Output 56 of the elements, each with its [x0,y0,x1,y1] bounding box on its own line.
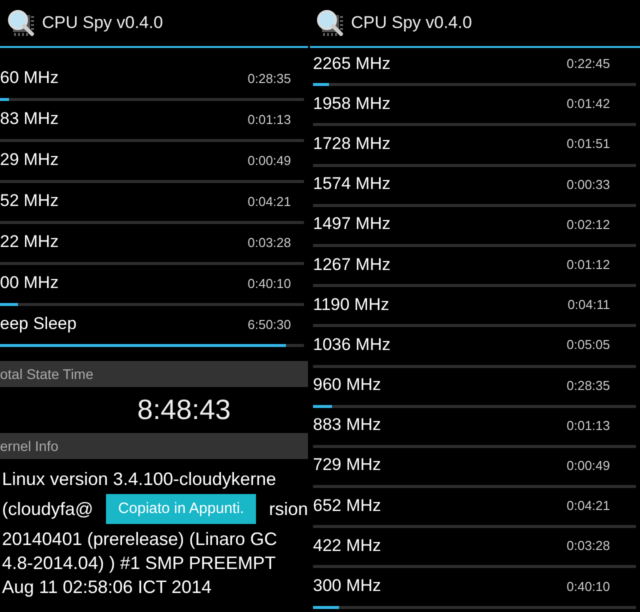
time-label: 0:28:35 [566,378,610,393]
kernel-text: Aug 11 02:58:06 ICT 2014 [2,576,212,599]
kernel-text: Linux version 3.4.100-cloudykerne [2,468,278,491]
frequency-label: 422 MHz [313,536,382,556]
frequency-label: 2265 MHz [313,54,390,74]
toast-message: Copiato in Appunti. [106,494,256,524]
time-label: 6:50:30 [248,316,291,332]
frequency-label: 729 MHz [313,455,382,476]
frequency-label: 00 MHz [0,273,59,293]
time-label: 0:22:45 [566,56,610,72]
kernel-text: (cloudyfa@ [2,498,94,521]
time-label: 0:40:10 [566,578,610,594]
kernel-text: 20140401 (prerelease) (Linaro GC [2,528,278,551]
time-label: 0:28:35 [248,70,291,86]
time-label: 0:03:28 [248,234,291,250]
time-label: 0:00:49 [248,152,291,168]
frequency-label: 960 MHz [313,375,382,396]
time-label: 0:01:51 [566,136,610,152]
app-title: CPU Spy v0.4.0 [351,13,472,33]
time-label: 0:01:13 [248,112,291,126]
kernel-text: 4.8-2014.04) ) #1 SMP PREEMPT [2,552,277,575]
time-label: 0:04:11 [568,297,610,312]
frequency-label: 1267 MHz [313,254,390,275]
frequency-label: 1728 MHz [313,134,390,154]
frequency-label: 1190 MHz [313,294,390,315]
time-label: 0:00:49 [566,458,610,473]
time-label: 0:01:42 [566,96,610,112]
frequency-label: 29 MHz [0,150,59,170]
kernel-text: rsion [268,498,308,521]
section-header: otal State Time [0,361,308,387]
cpu-magnifier-icon [6,8,36,38]
frequency-label: 1958 MHz [313,94,390,114]
time-label: 0:01:12 [566,257,610,272]
frequency-label: 52 MHz [0,191,59,211]
time-label: 0:40:10 [248,276,291,290]
frequency-label: 300 MHz [313,576,382,596]
time-label: 0:05:05 [566,337,610,352]
section-header: ernel Info [0,433,308,459]
app-title: CPU Spy v0.4.0 [42,13,163,33]
cpu-magnifier-icon [315,8,345,38]
frequency-label: 1574 MHz [313,174,390,194]
time-label: 0:04:21 [566,498,610,514]
frequency-label: eep Sleep [0,314,77,334]
frequency-label: 83 MHz [0,109,59,129]
frequency-label: 22 MHz [0,232,59,252]
frequency-label: 1497 MHz [313,214,390,234]
frequency-label: 883 MHz [313,415,382,436]
time-label: 0:03:28 [566,538,610,554]
total-time: 8:48:43 [136,393,232,427]
time-label: 0:01:13 [566,418,610,433]
time-label: 0:00:33 [566,176,610,192]
frequency-label: 60 MHz [0,68,59,88]
time-label: 0:02:12 [566,216,610,232]
frequency-label: 652 MHz [313,496,382,516]
time-label: 0:04:21 [248,194,291,208]
frequency-label: 1036 MHz [313,334,390,355]
